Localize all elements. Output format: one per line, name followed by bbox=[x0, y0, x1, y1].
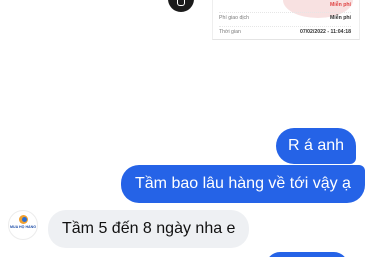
incoming-message-bubble[interactable]: Tầm 5 đến 8 ngày nha e bbox=[48, 210, 250, 248]
image-action-icon[interactable] bbox=[168, 0, 194, 12]
logo-icon-inner bbox=[22, 217, 27, 222]
message-text: Tầm bao lâu hàng về tới vậy ạ bbox=[135, 175, 351, 192]
share-icon bbox=[177, 0, 185, 6]
avatar-logo-text: MUA HỘ HÀNG NƯỚC NGOÀI bbox=[10, 225, 36, 229]
receipt-row-value: 07/02/2022 - 11:04:18 bbox=[299, 28, 351, 35]
receipt-row-label: Thời gian bbox=[219, 28, 241, 35]
receipt-row-label: Phí giao dịch bbox=[219, 14, 249, 21]
avatar[interactable]: MUA HỘ HÀNG NƯỚC NGOÀI bbox=[8, 210, 38, 240]
receipt-row: Miễn phí bbox=[219, 0, 351, 10]
outgoing-message-bubble-partial[interactable] bbox=[266, 252, 348, 257]
receipt-row-value: Miễn phí bbox=[329, 2, 351, 8]
receipt-row-value: Miễn phí bbox=[329, 14, 351, 21]
receipt-row: Thời gian 07/02/2022 - 11:04:18 bbox=[219, 26, 351, 36]
receipt-row: Phí giao dịch Miễn phí bbox=[219, 12, 351, 22]
message-text: Tầm 5 đến 8 ngày nha e bbox=[62, 220, 236, 237]
outgoing-message-bubble[interactable]: R á anh bbox=[276, 128, 357, 164]
message-text: R á anh bbox=[288, 137, 345, 154]
chat-conversation: Miễn phí Phí giao dịch Miễn phí Thời gia… bbox=[0, 0, 374, 257]
outgoing-message-bubble[interactable]: Tầm bao lâu hàng về tới vậy ạ bbox=[121, 165, 365, 203]
shared-receipt-image[interactable]: Miễn phí Phí giao dịch Miễn phí Thời gia… bbox=[212, 0, 360, 40]
